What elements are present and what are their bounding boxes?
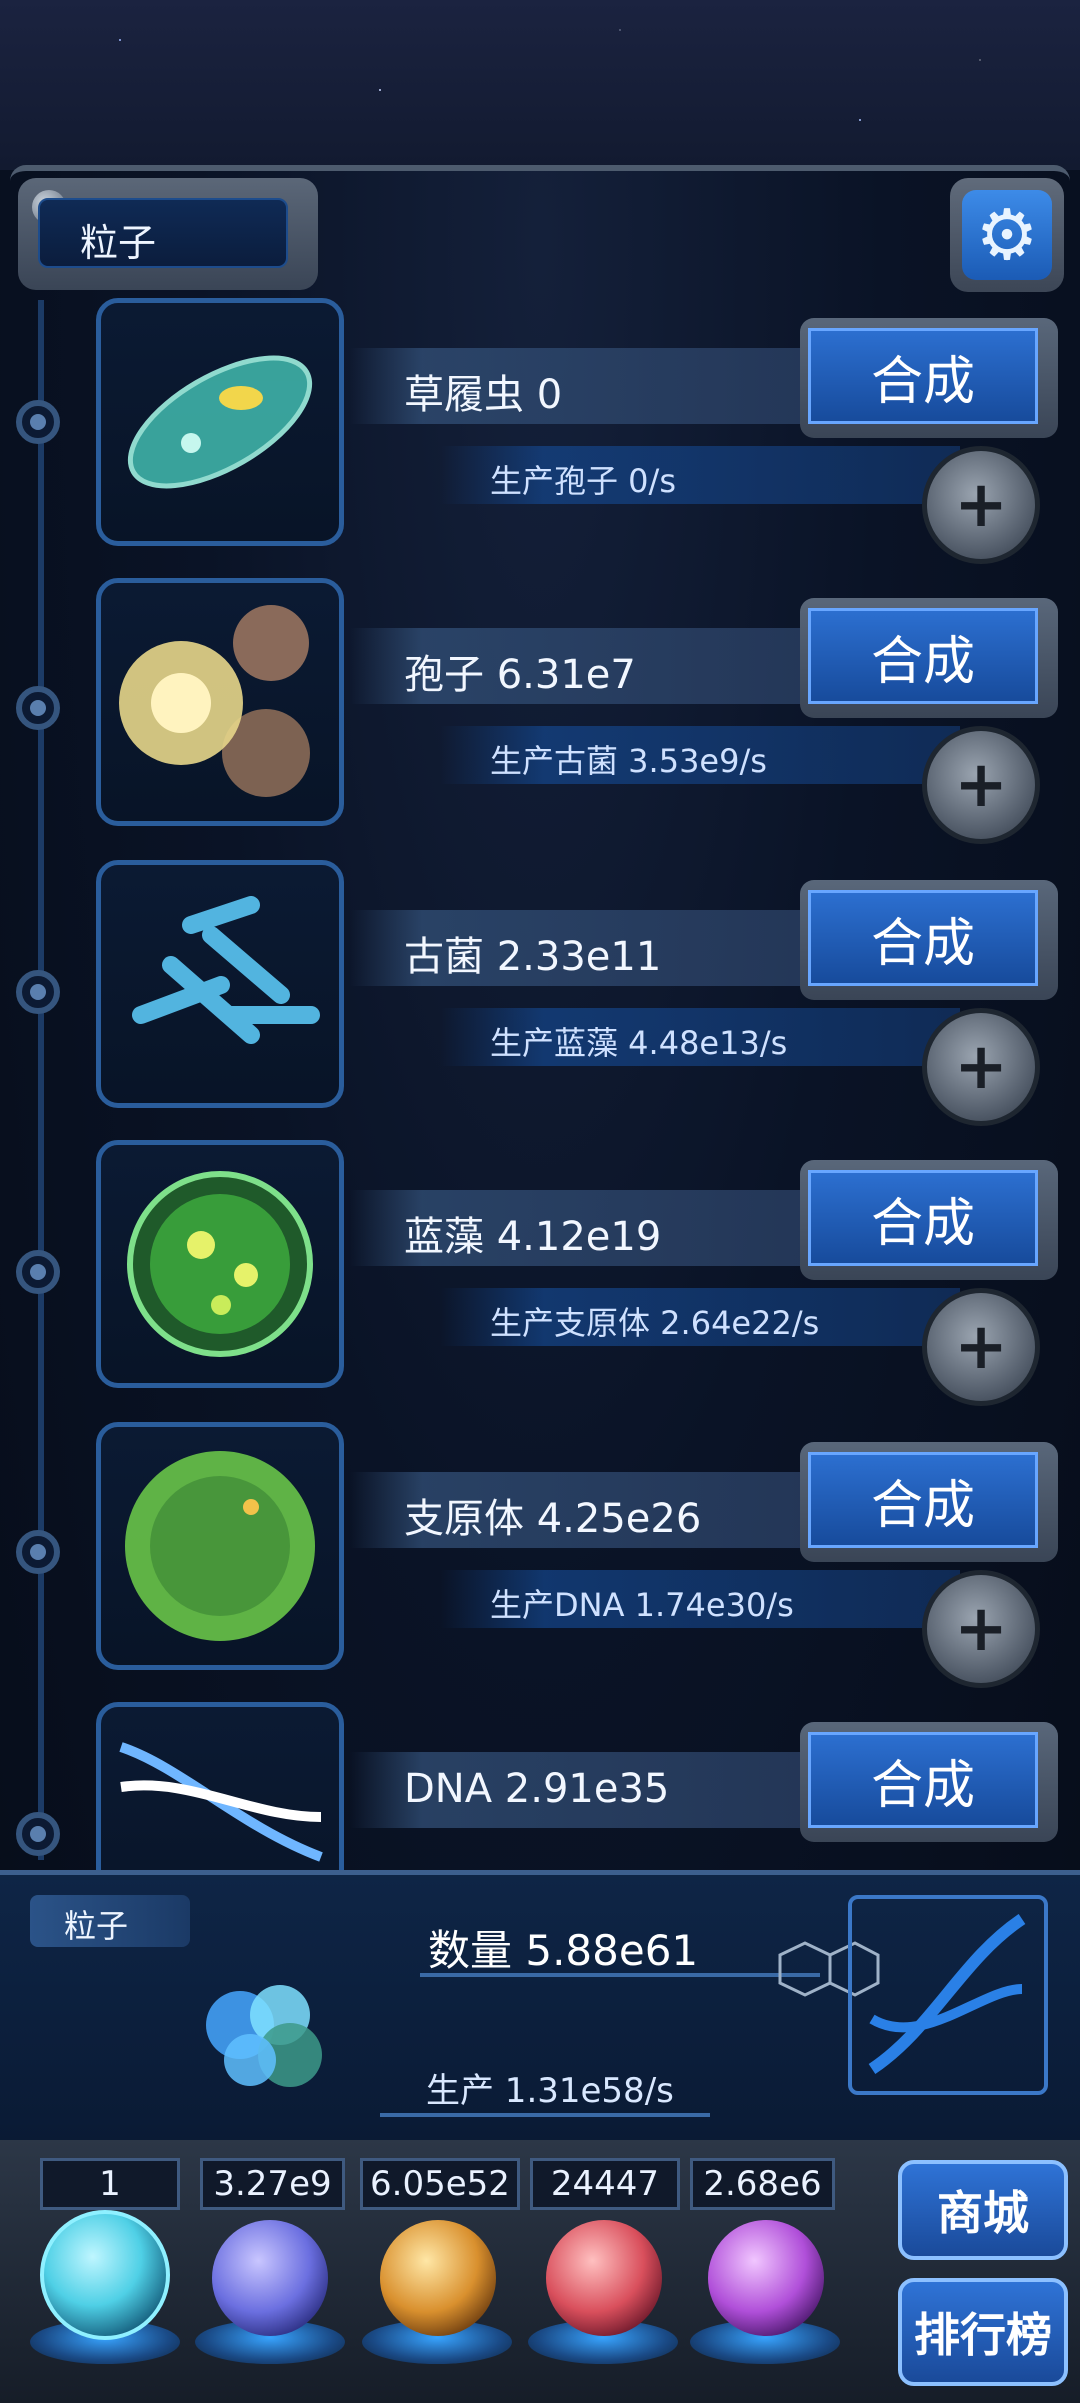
unit-production-bar: 生产DNA 1.74e30/s bbox=[440, 1570, 960, 1628]
unit-name: 蓝藻 4.12e19 bbox=[404, 1214, 662, 1260]
resource-value: 3.27e9 bbox=[213, 2164, 332, 2204]
spore-icon bbox=[96, 578, 344, 826]
unit-production-bar: 生产古菌 3.53e9/s bbox=[440, 726, 960, 784]
unit-name: 草履虫 0 bbox=[404, 372, 563, 418]
unit-row-archaea: 古菌 2.33e11 生产蓝藻 4.48e13/s 合成 + bbox=[0, 860, 1080, 1126]
unit-name: 古菌 2.33e11 bbox=[404, 934, 662, 980]
unit-name: 支原体 4.25e26 bbox=[404, 1496, 702, 1542]
resource-counter: 24447 bbox=[530, 2158, 680, 2210]
craft-button[interactable]: 合成 bbox=[808, 1452, 1038, 1548]
resource-value: 6.05e52 bbox=[370, 2164, 510, 2204]
category-title: 粒子 bbox=[80, 221, 157, 265]
unit-name: 孢子 6.31e7 bbox=[404, 652, 636, 698]
brain-orb-icon[interactable] bbox=[546, 2220, 662, 2336]
shop-button[interactable]: 商城 bbox=[898, 2160, 1068, 2260]
unit-row-dna: DNA 2.91e35 合成 bbox=[0, 1702, 1080, 1870]
unit-production-bar: 生产支原体 2.64e22/s bbox=[440, 1288, 960, 1346]
plus-icon: + bbox=[954, 468, 1008, 542]
add-button[interactable]: + bbox=[922, 1008, 1040, 1126]
unit-row-mycoplasma: 支原体 4.25e26 生产DNA 1.74e30/s 合成 + bbox=[0, 1422, 1080, 1688]
total-production: 生产 1.31e58/s bbox=[426, 2071, 674, 2111]
particle-orb-icon[interactable] bbox=[40, 2210, 170, 2340]
unit-name-bar: 孢子 6.31e7 bbox=[350, 628, 830, 704]
craft-button[interactable]: 合成 bbox=[808, 1732, 1038, 1828]
craft-button[interactable]: 合成 bbox=[808, 1170, 1038, 1266]
vortex-orb-icon[interactable] bbox=[708, 2220, 824, 2336]
mycoplasma-icon bbox=[96, 1422, 344, 1670]
unit-name-bar: 古菌 2.33e11 bbox=[350, 910, 830, 986]
craft-button[interactable]: 合成 bbox=[808, 890, 1038, 986]
summary-divider bbox=[380, 2113, 710, 2117]
plus-icon: + bbox=[954, 1030, 1008, 1104]
unit-row-paramecium: 草履虫 0 生产孢子 0/s 合成 + bbox=[0, 298, 1080, 564]
add-button[interactable]: + bbox=[922, 1570, 1040, 1688]
dna-frame bbox=[848, 1895, 1048, 2095]
dna-icon bbox=[96, 1702, 344, 1870]
unit-name-bar: 蓝藻 4.12e19 bbox=[350, 1190, 830, 1266]
resource-value: 24447 bbox=[550, 2164, 660, 2204]
resource-counter: 3.27e9 bbox=[200, 2158, 345, 2210]
particle-cluster-icon bbox=[206, 1985, 322, 2087]
resource-value: 2.68e6 bbox=[703, 2164, 822, 2204]
unit-row-spore: 孢子 6.31e7 生产古菌 3.53e9/s 合成 + bbox=[0, 578, 1080, 844]
unit-name-bar: DNA 2.91e35 bbox=[350, 1752, 830, 1828]
ranking-button[interactable]: 排行榜 bbox=[898, 2278, 1068, 2386]
resource-counter: 6.05e52 bbox=[360, 2158, 520, 2210]
unit-name: DNA 2.91e35 bbox=[404, 1766, 670, 1812]
dna-helix-icon bbox=[868, 1914, 1026, 2074]
add-button[interactable]: + bbox=[922, 446, 1040, 564]
unit-production-bar: 生产孢子 0/s bbox=[440, 446, 960, 504]
plus-icon: + bbox=[954, 748, 1008, 822]
craft-button[interactable]: 合成 bbox=[808, 608, 1038, 704]
resource-value: 1 bbox=[99, 2164, 121, 2204]
plus-icon: + bbox=[954, 1310, 1008, 1384]
summary-tab-label: 粒子 bbox=[64, 1907, 129, 1945]
unit-production: 生产DNA 1.74e30/s bbox=[490, 1586, 794, 1624]
resource-bar: 1 3.27e9 6.05e52 24447 2.68e6 商城 排行榜 bbox=[0, 2140, 1080, 2403]
unit-production: 生产古菌 3.53e9/s bbox=[490, 742, 767, 780]
paramecium-icon bbox=[96, 298, 344, 546]
lightning-orb-icon[interactable] bbox=[212, 2220, 328, 2336]
total-quantity: 数量 5.88e61 bbox=[428, 1926, 699, 1975]
space-background bbox=[0, 0, 1080, 170]
unit-production: 生产孢子 0/s bbox=[490, 462, 676, 500]
gear-icon: ⚙ bbox=[975, 194, 1039, 276]
resource-counter: 1 bbox=[40, 2158, 180, 2210]
unit-name-bar: 支原体 4.25e26 bbox=[350, 1472, 830, 1548]
category-tab-inner: 粒子 bbox=[38, 198, 288, 268]
unit-production: 生产支原体 2.64e22/s bbox=[490, 1304, 820, 1342]
cyanobacteria-icon bbox=[96, 1140, 344, 1388]
summary-tab: 粒子 bbox=[30, 1895, 190, 1947]
unit-production: 生产蓝藻 4.48e13/s bbox=[490, 1024, 788, 1062]
summary-panel: 粒子 数量 5.88e61 生产 1.31e58/s bbox=[0, 1870, 1080, 2145]
unit-name-bar: 草履虫 0 bbox=[350, 348, 830, 424]
unit-row-cyanobacteria: 蓝藻 4.12e19 生产支原体 2.64e22/s 合成 + bbox=[0, 1140, 1080, 1406]
settings-button[interactable]: ⚙ bbox=[950, 178, 1064, 292]
fire-orb-icon[interactable] bbox=[380, 2220, 496, 2336]
plus-icon: + bbox=[954, 1592, 1008, 1666]
resource-counter: 2.68e6 bbox=[690, 2158, 835, 2210]
category-tab[interactable]: 粒子 bbox=[18, 178, 318, 290]
archaea-icon bbox=[96, 860, 344, 1108]
add-button[interactable]: + bbox=[922, 726, 1040, 844]
craft-button[interactable]: 合成 bbox=[808, 328, 1038, 424]
add-button[interactable]: + bbox=[922, 1288, 1040, 1406]
unit-production-bar: 生产蓝藻 4.48e13/s bbox=[440, 1008, 960, 1066]
